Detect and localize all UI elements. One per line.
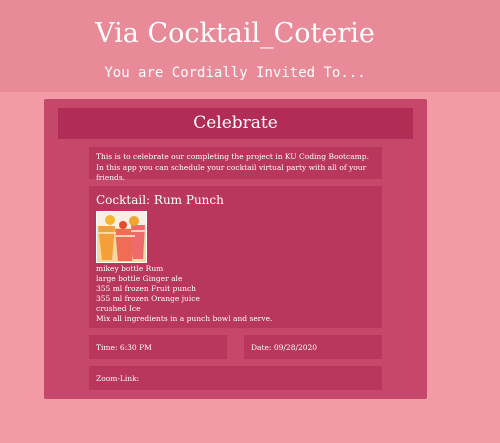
event-description-panel: This is to celebrate our completing the …: [89, 147, 382, 182]
event-card: Celebrate This is to celebrate our compl…: [44, 99, 427, 399]
event-date: Date: 09/28/2020: [251, 343, 318, 352]
header-band: Via Cocktail_Coterie You are Cordially I…: [0, 0, 500, 92]
ingredient-line: large bottle Ginger ale: [96, 274, 183, 283]
ingredient-line: 355 ml frozen Fruit punch: [96, 284, 196, 293]
cocktail-photo-icon: [97, 212, 146, 262]
cocktail-image: [96, 211, 147, 263]
zoom-link-label: Zoom-Link:: [96, 374, 140, 383]
ingredient-line: mikey bottle Rum: [96, 264, 164, 273]
event-title: Celebrate: [58, 108, 413, 139]
invitation-subtitle: You are Cordially Invited To...: [104, 65, 366, 81]
date-panel: Date: 09/28/2020: [244, 335, 382, 359]
recipe-instructions: Mix all ingredients in a punch bowl and …: [96, 314, 273, 323]
recipe-panel: Cocktail: Rum Punch mikey bottle Rum lar…: [89, 186, 382, 328]
event-description: This is to celebrate our completing the …: [96, 152, 369, 182]
zoom-link-panel: Zoom-Link:: [89, 366, 382, 390]
ingredient-line: crushed Ice: [96, 304, 141, 313]
recipe-title: Cocktail: Rum Punch: [96, 193, 224, 207]
event-time: Time: 6:30 PM: [96, 343, 152, 352]
ingredient-line: 355 ml frozen Orange juice: [96, 294, 200, 303]
time-panel: Time: 6:30 PM: [89, 335, 227, 359]
site-title: Via Cocktail_Coterie: [95, 18, 375, 49]
